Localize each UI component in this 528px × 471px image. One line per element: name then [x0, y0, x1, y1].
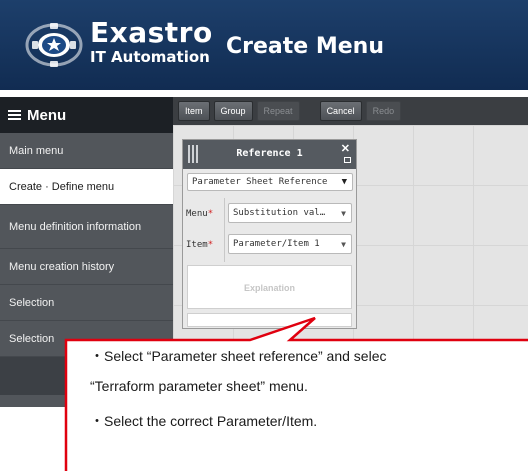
callout-bubble	[64, 316, 528, 471]
callout-line-1: ・Select “Parameter sheet reference” and …	[90, 348, 387, 364]
callout-line-2: “Terraform parameter sheet” menu.	[90, 378, 308, 394]
callout-line-3: ・Select the correct Parameter/Item.	[90, 413, 318, 429]
